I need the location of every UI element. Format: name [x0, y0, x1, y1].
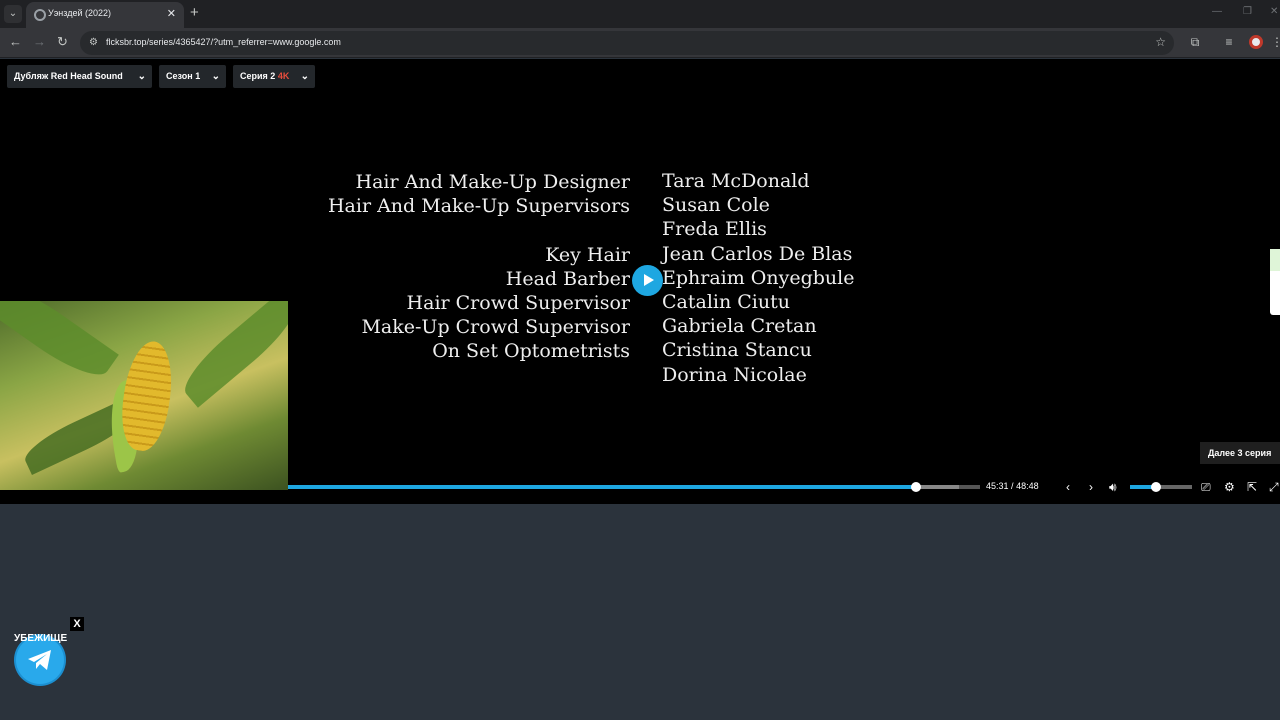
credit-name: Susan Cole [662, 194, 770, 217]
player-controls: 45:31 / 48:48 ‹ › 🔊︎ ⎚ ⚙ ⇱ ⤢ [288, 480, 1280, 501]
season-selector[interactable]: Сезон 1 ⌄ [159, 65, 226, 88]
credit-name: Tara McDonald [662, 170, 810, 192]
site-info-icon[interactable]: ⚙ [89, 37, 101, 49]
corn-ad-image[interactable] [0, 301, 288, 490]
address-bar[interactable]: ⚙ flcksbr.top/series/4365427/?utm_referr… [80, 31, 1174, 55]
chevron-down-icon: ⌄ [211, 71, 220, 82]
window-close-icon[interactable]: ✕ [1270, 6, 1278, 17]
browser-tab-bar: ⌄ Уэнздей (2022) ✕ + — ❐ ✕ [0, 0, 1280, 28]
credit-role: Make-Up Crowd Supervisor [361, 316, 630, 339]
duration: 48:48 [1016, 481, 1039, 491]
credit-name: Freda Ellis [662, 218, 767, 241]
season-selector-label: Сезон 1 [166, 71, 201, 81]
episode-selector[interactable]: Серия 2 4K ⌄ [233, 65, 315, 88]
browser-toolbar: ← → ↻ ⚙ flcksbr.top/series/4365427/?utm_… [0, 28, 1280, 58]
side-widget[interactable] [1270, 249, 1280, 315]
browser-tab[interactable]: Уэнздей (2022) ✕ [26, 2, 184, 28]
telegram-plane-icon [28, 650, 51, 670]
tab-close-icon[interactable]: ✕ [167, 7, 176, 20]
restore-icon[interactable]: ❐ [1243, 6, 1252, 17]
volume-icon[interactable]: 🔊︎ [1109, 480, 1117, 494]
dub-selector[interactable]: Дубляж Red Head Sound ⌄ [7, 65, 152, 88]
chevron-down-icon: ⌄ [137, 71, 146, 82]
credit-role: Hair Crowd Supervisor [406, 291, 630, 314]
progress-handle[interactable] [910, 482, 921, 492]
volume-slider[interactable] [1130, 482, 1192, 492]
credits-roles: Hair And Make-Up Designer Hair And Make-… [328, 170, 630, 364]
current-time: 45:31 [986, 481, 1009, 491]
quality-badge: 4K [277, 71, 290, 81]
extensions-icon[interactable]: ⧉ [1188, 35, 1202, 49]
back-arrow-icon[interactable]: ← [9, 35, 22, 49]
next-episode-icon[interactable]: › [1089, 480, 1093, 494]
episode-selector-label: Серия 2 [240, 71, 276, 81]
credits-names: Tara McDonald Susan Cole Freda Ellis Jea… [662, 169, 855, 387]
chevron-down-icon: ⌄ [300, 71, 309, 82]
tab-title: Уэнздей (2022) [48, 8, 112, 18]
next-episode-button[interactable]: Далее 3 серия [1200, 442, 1280, 464]
reload-icon[interactable]: ↻ [57, 35, 68, 49]
credit-role: Hair And Make-Up Designer [355, 171, 630, 193]
credit-name: Gabriela Cretan [662, 315, 817, 338]
credit-name: Cristina Stancu [662, 339, 812, 362]
forward-arrow-icon[interactable]: → [33, 35, 46, 49]
minimize-icon[interactable]: — [1212, 6, 1222, 17]
video-player[interactable]: Дубляж Red Head Sound ⌄ Сезон 1 ⌄ Серия … [0, 59, 1280, 504]
credit-role: Hair And Make-Up Supervisors [327, 195, 630, 218]
credit-name: Dorina Nicolae [662, 363, 807, 386]
previous-episode-icon[interactable]: ‹ [1066, 480, 1070, 494]
volume-handle[interactable] [1151, 482, 1162, 492]
fullscreen-icon[interactable]: ⤢ [1269, 480, 1279, 494]
credit-role: On Set Optometrists [432, 340, 630, 363]
telegram-label: УБЕЖИЩЕ [14, 633, 68, 644]
dub-selector-label: Дубляж Red Head Sound [14, 71, 123, 81]
globe-icon [34, 9, 46, 21]
progress-bar[interactable] [288, 482, 980, 492]
bookmark-star-icon[interactable]: ☆ [1155, 35, 1166, 49]
url-text[interactable]: flcksbr.top/series/4365427/?utm_referrer… [106, 37, 341, 47]
credit-role: Head Barber [505, 267, 630, 290]
credit-role: Key Hair [545, 243, 630, 266]
tab-search-chevron-icon[interactable]: ⌄ [4, 5, 22, 23]
credit-name: Jean Carlos De Blas [662, 242, 853, 265]
credit-name: Catalin Ciutu [662, 290, 790, 313]
settings-gear-icon[interactable]: ⚙ [1224, 480, 1235, 494]
subtitles-icon[interactable]: ⎚ [1201, 480, 1211, 494]
telegram-close-button[interactable]: X [70, 617, 84, 631]
popout-icon[interactable]: ⇱ [1247, 480, 1257, 494]
play-button[interactable] [632, 265, 663, 296]
credit-name: Ephraim Onyegbule [662, 266, 855, 289]
menu-dots-icon[interactable]: ⋮ [1270, 35, 1280, 49]
media-control-icon[interactable]: ≡ [1222, 35, 1236, 49]
time-display: 45:31 / 48:48 [986, 481, 1039, 491]
credit-role [328, 218, 630, 242]
profile-avatar[interactable] [1249, 35, 1263, 49]
new-tab-button[interactable]: + [190, 5, 199, 21]
